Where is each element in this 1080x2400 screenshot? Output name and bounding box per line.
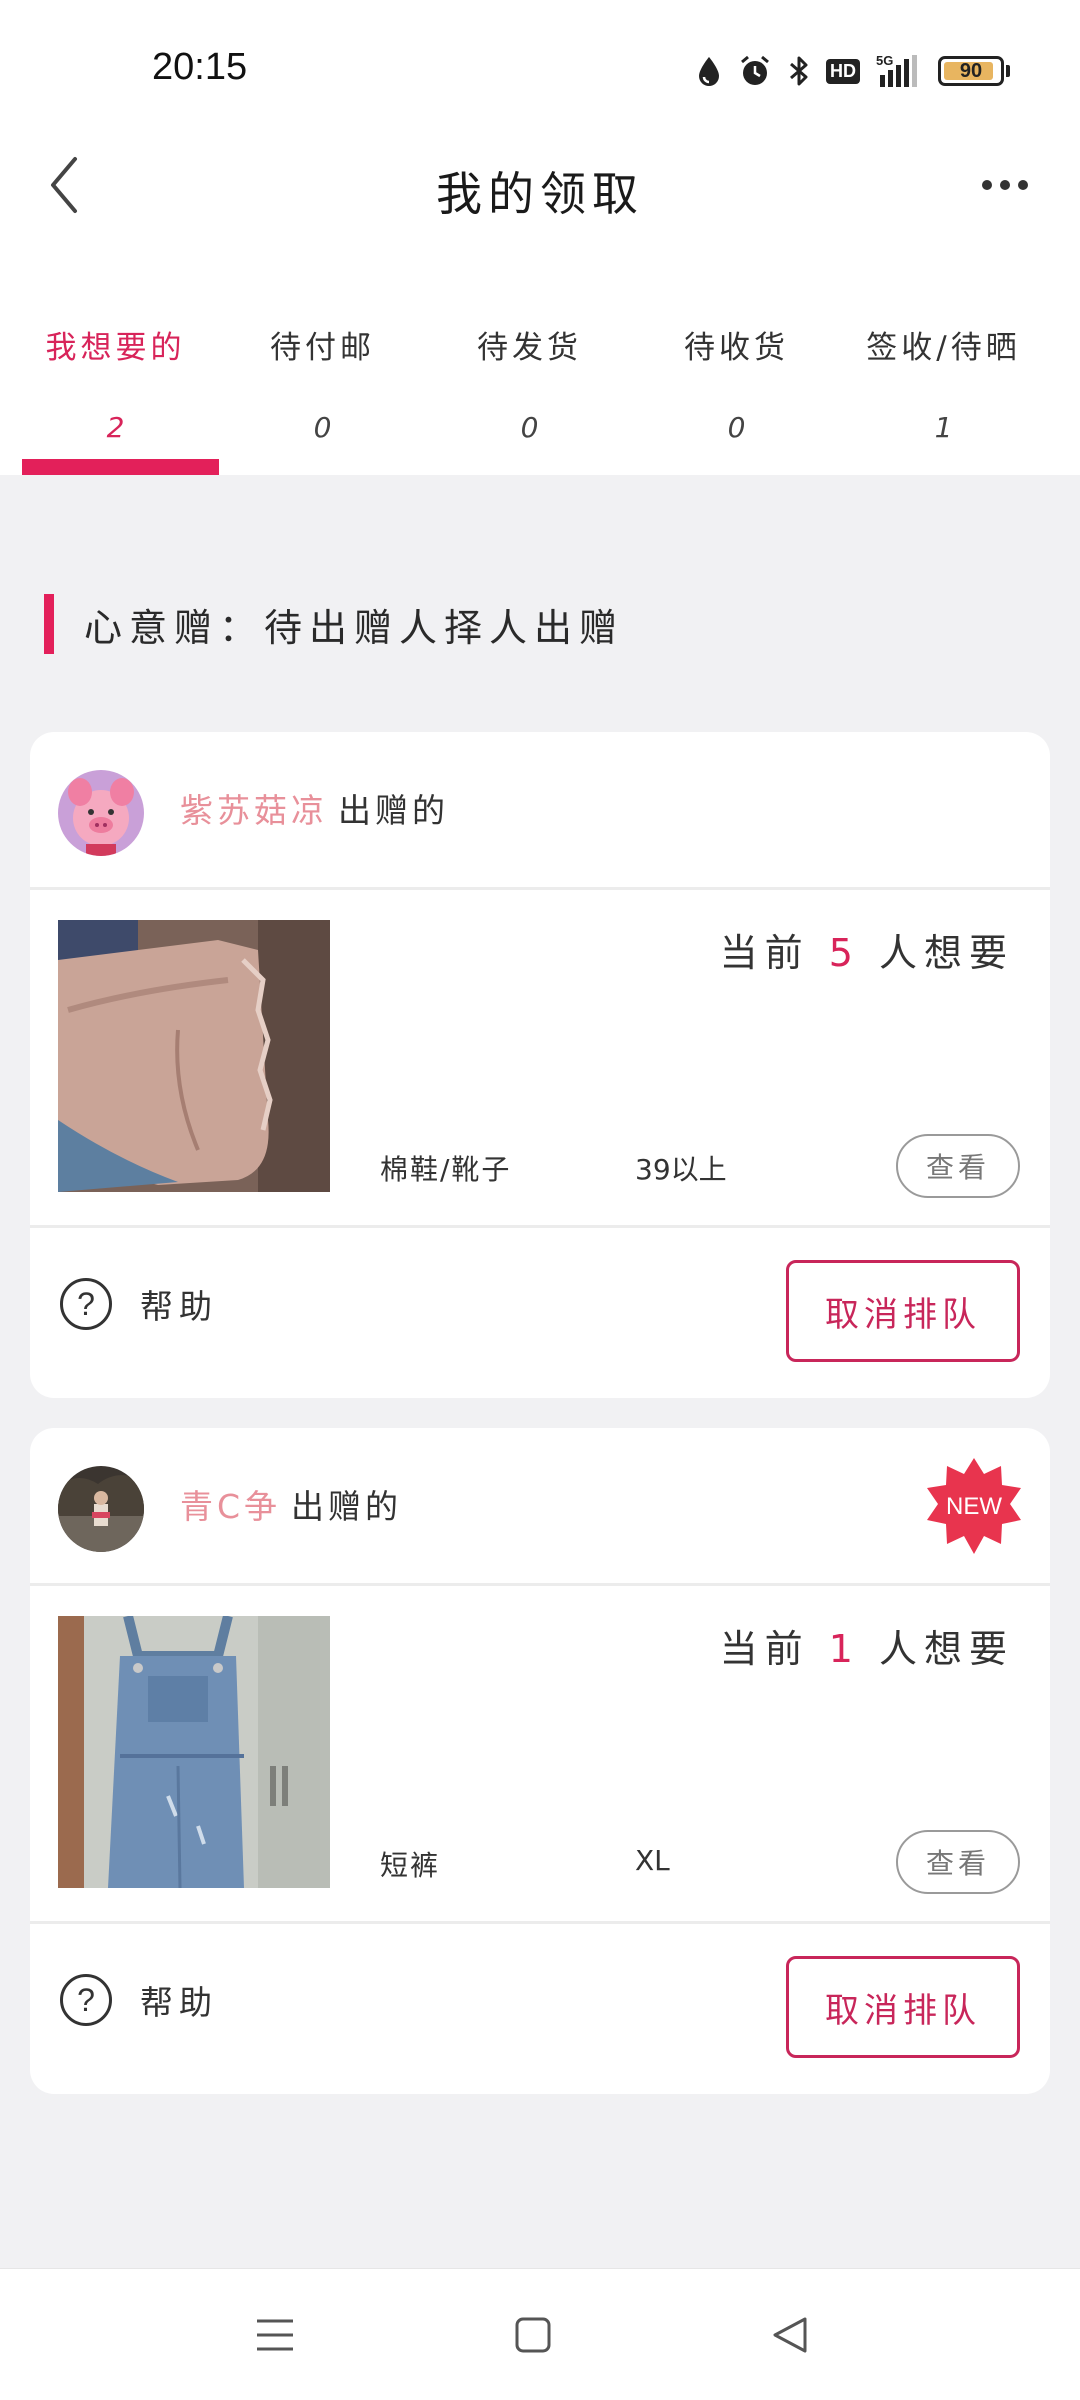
more-button[interactable] — [970, 160, 1040, 210]
help-label: 帮助 — [140, 1983, 218, 2022]
card-item: 当前 1 人想要 短裤 XL 查看 — [30, 1586, 1050, 1924]
gift-card: 紫苏菇凉 出赠的 当前 5 人想要 棉鞋/靴子 39以上 查看 ? 帮助 取消排… — [30, 732, 1050, 1398]
page-title: 我的领取 — [436, 167, 644, 221]
wanting-prefix: 当前 — [719, 931, 810, 975]
water-drop-icon — [696, 55, 722, 87]
new-badge-label: NEW — [946, 1493, 1002, 1520]
card-item: 当前 5 人想要 棉鞋/靴子 39以上 查看 — [30, 890, 1050, 1228]
tab-count: 0 — [520, 411, 539, 444]
back-nav-button[interactable] — [760, 2305, 820, 2365]
more-dot — [1018, 180, 1028, 190]
menu-icon — [257, 2319, 293, 2351]
question-circle-icon: ? — [60, 1278, 112, 1330]
menu-button[interactable] — [245, 2305, 305, 2365]
giver-suffix: 出赠的 — [338, 791, 449, 830]
tab-pending-receipt[interactable]: 待收货 0 — [633, 290, 840, 475]
bluetooth-icon — [788, 54, 810, 88]
help-button[interactable]: ? 帮助 — [60, 1278, 218, 1330]
tab-count: 0 — [727, 411, 746, 444]
wanting-suffix: 人想要 — [878, 1627, 1014, 1671]
more-dot — [982, 180, 992, 190]
active-tab-indicator — [22, 459, 219, 475]
status-time: 20:15 — [152, 46, 248, 88]
tab-label: 待收货 — [684, 330, 789, 366]
giver-suffix: 出赠的 — [291, 1487, 403, 1526]
wanting-suffix: 人想要 — [878, 931, 1014, 975]
home-button[interactable] — [503, 2305, 563, 2365]
battery-icon: 90 — [938, 56, 1010, 86]
avatar[interactable] — [58, 1466, 144, 1552]
giver-line: 紫苏菇凉 出赠的 — [180, 784, 449, 832]
view-button[interactable]: 查看 — [896, 1134, 1020, 1198]
giver-name[interactable]: 青C争 — [180, 1487, 281, 1526]
home-square-icon — [515, 2317, 551, 2353]
item-size: XL — [635, 1844, 670, 1877]
card-actions: ? 帮助 取消排队 — [30, 1924, 1050, 2091]
item-category: 短裤 — [380, 1849, 441, 1882]
tab-label: 签收/待晒 — [866, 330, 1021, 366]
alarm-icon — [738, 54, 772, 88]
battery-level: 90 — [959, 59, 983, 82]
help-button[interactable]: ? 帮助 — [60, 1974, 218, 2026]
status-bar: 20:15 HD 5G 90 — [0, 0, 1080, 140]
question-circle-icon: ? — [60, 1974, 112, 2026]
hd-icon: HD — [826, 58, 860, 84]
section-accent-bar — [44, 594, 54, 654]
system-nav-bar — [0, 2268, 1080, 2400]
svg-text:5G: 5G — [876, 53, 893, 68]
more-dot — [1000, 180, 1010, 190]
new-badge: NEW — [924, 1456, 1024, 1556]
card-actions: ? 帮助 取消排队 — [30, 1228, 1050, 1395]
cancel-queue-button[interactable]: 取消排队 — [786, 1260, 1020, 1362]
giver-line: 青C争 出赠的 — [180, 1480, 402, 1528]
tab-count: 2 — [106, 411, 125, 444]
item-thumbnail[interactable] — [58, 1616, 330, 1888]
tab-pending-postage[interactable]: 待付邮 0 — [219, 290, 426, 475]
item-thumbnail[interactable] — [58, 920, 330, 1192]
tab-count: 0 — [313, 411, 332, 444]
card-header: 紫苏菇凉 出赠的 — [30, 732, 1050, 890]
battery-tip — [1006, 65, 1010, 77]
card-header: 青C争 出赠的 NEW — [30, 1428, 1050, 1586]
tab-count: 1 — [934, 411, 953, 444]
tab-label: 待付邮 — [270, 330, 375, 366]
tab-pending-shipment[interactable]: 待发货 0 — [426, 290, 633, 475]
avatar[interactable] — [58, 770, 144, 856]
back-triangle-icon — [773, 2317, 807, 2353]
help-label: 帮助 — [140, 1287, 218, 1326]
tab-wanted[interactable]: 我想要的 2 — [12, 290, 219, 475]
giver-name[interactable]: 紫苏菇凉 — [180, 791, 328, 830]
wanting-number: 1 — [828, 1627, 860, 1671]
wanting-prefix: 当前 — [719, 1627, 810, 1671]
header: 我的领取 — [0, 140, 1080, 290]
tab-label: 我想要的 — [45, 330, 186, 366]
signal-5g-icon: 5G — [876, 53, 922, 89]
status-tabs: 我想要的 2 待付邮 0 待发货 0 待收货 0 签收/待晒 1 — [0, 290, 1080, 475]
item-category: 棉鞋/靴子 — [380, 1153, 512, 1186]
tab-signed-share[interactable]: 签收/待晒 1 — [840, 290, 1047, 475]
gift-card: 青C争 出赠的 NEW 当前 1 人想要 短裤 XL 查看 ? 帮助 取消排队 — [30, 1428, 1050, 2094]
wanting-count: 当前 1 人想要 — [720, 1618, 1014, 1673]
wanting-number: 5 — [828, 931, 860, 975]
status-icons: HD 5G 90 — [696, 48, 1010, 94]
section-title: 心意赠：待出赠人择人出赠 — [84, 605, 625, 650]
view-button[interactable]: 查看 — [896, 1830, 1020, 1894]
tab-label: 待发货 — [477, 330, 582, 366]
wanting-count: 当前 5 人想要 — [720, 922, 1014, 977]
section-heading: 心意赠：待出赠人择人出赠 — [44, 592, 624, 656]
cancel-queue-button[interactable]: 取消排队 — [786, 1956, 1020, 2058]
item-size: 39以上 — [635, 1153, 727, 1186]
battery: 90 — [938, 56, 1004, 86]
